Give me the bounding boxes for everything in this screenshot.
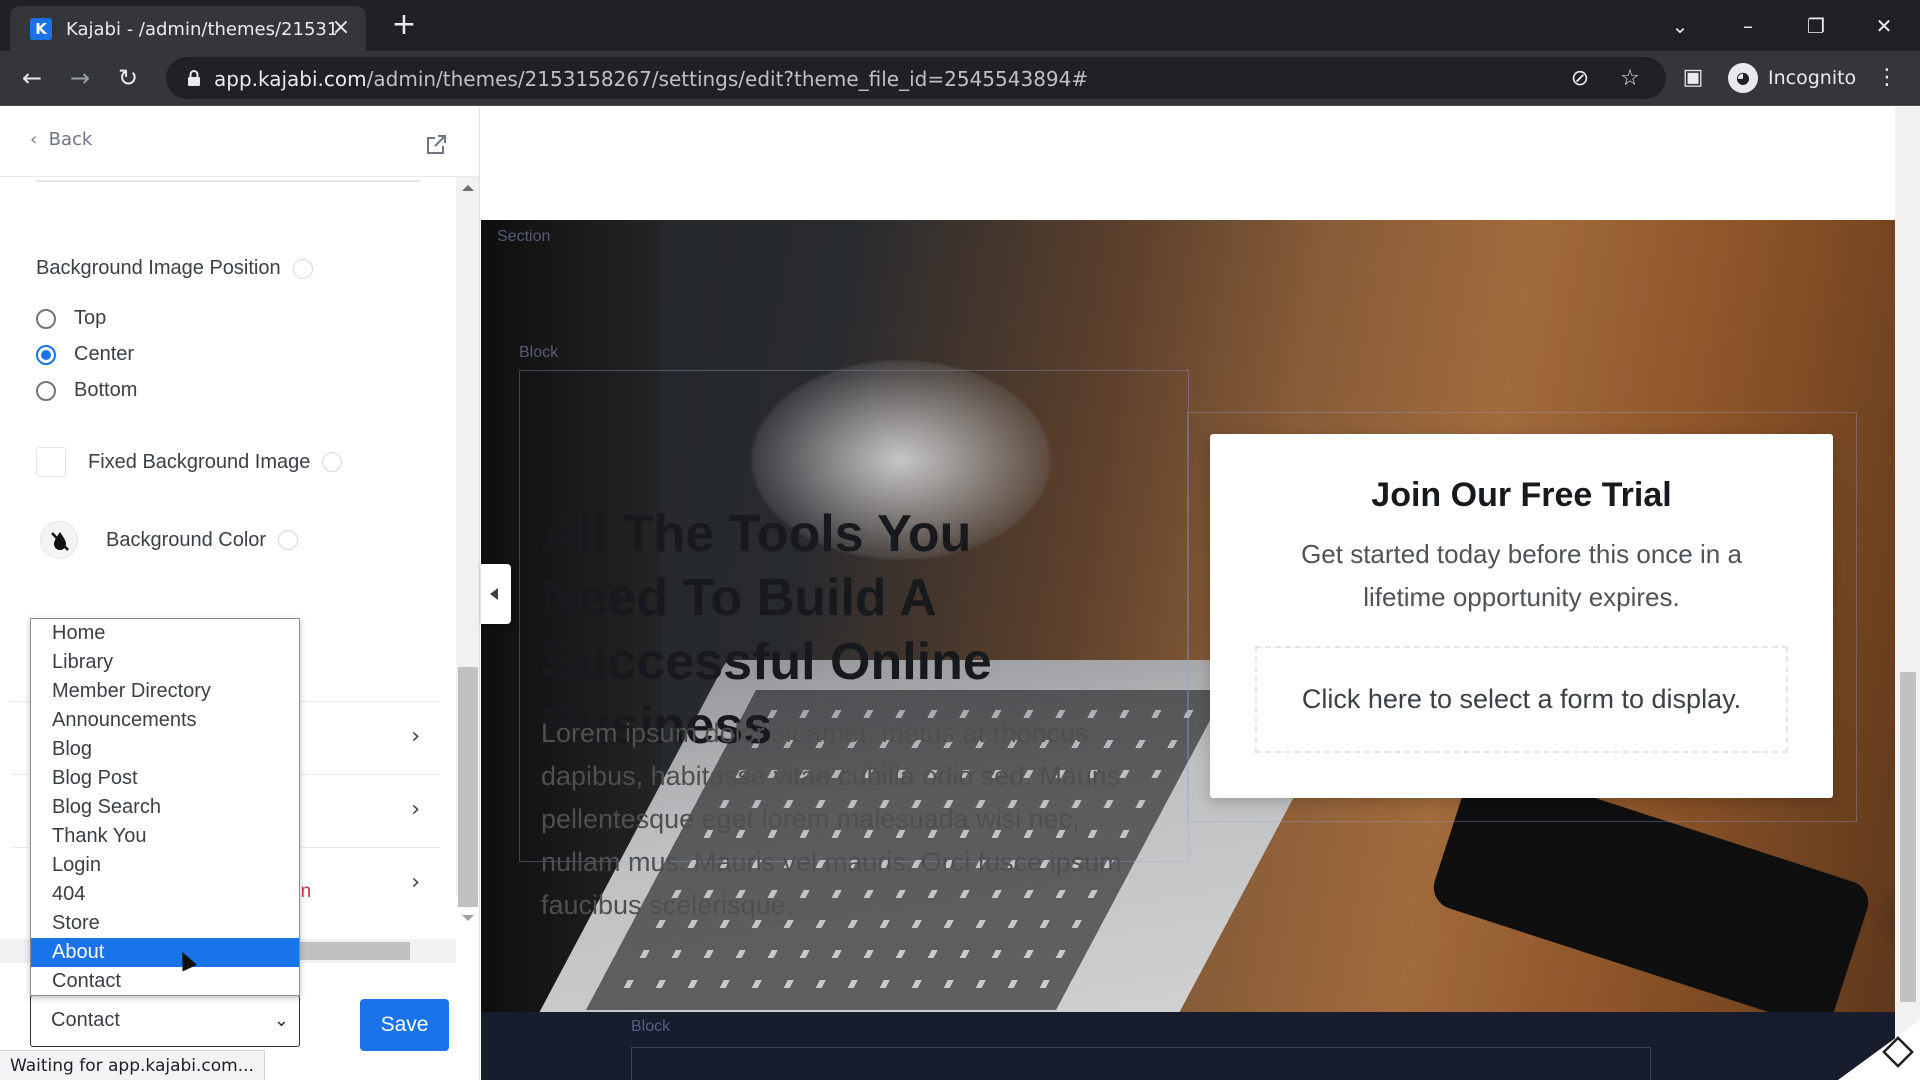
tab-search-icon[interactable]: ⌄ [1662, 8, 1698, 44]
option-home[interactable]: Home [31, 619, 299, 648]
radio-circle[interactable] [36, 308, 56, 329]
option-thank-you[interactable]: Thank You [31, 822, 299, 851]
side-panel-icon[interactable]: ▣ [1676, 61, 1710, 95]
color-drop-off-icon [51, 532, 69, 551]
option-blog[interactable]: Blog [31, 735, 299, 764]
radio-bottom[interactable]: Bottom [36, 379, 137, 402]
preview-vertical-scrollbar[interactable] [1895, 107, 1920, 1080]
block-tag: Block [519, 344, 559, 361]
page-select[interactable]: Contact ⌄ [30, 995, 300, 1047]
option-blog-search[interactable]: Blog Search [31, 793, 299, 822]
reload-icon[interactable]: ↻ [110, 60, 146, 96]
card-title: Join Our Free Trial [1371, 476, 1672, 514]
hero-body-text: Lorem ipsum dolor sit amet, metus at rho… [541, 718, 1122, 920]
collapse-panel-toggle[interactable] [481, 564, 511, 624]
option-library[interactable]: Library [31, 648, 299, 677]
close-window-button[interactable]: ✕ [1866, 8, 1902, 44]
chevron-right-icon: › [411, 724, 420, 749]
forward-arrow-icon[interactable]: → [62, 60, 98, 96]
tab-title: Kajabi - /admin/themes/2153158 [66, 19, 336, 40]
browser-toolbar: ← → ↻ app.kajabi.com/admin/themes/215315… [0, 51, 1920, 106]
footer-block-outline[interactable] [631, 1047, 1651, 1080]
browser-menu-icon[interactable]: ⋮ [1870, 61, 1904, 95]
incognito-icon: ◕ [1728, 63, 1758, 93]
radio-center[interactable]: Center [36, 343, 134, 366]
bookmark-star-icon[interactable]: ☆ [1616, 65, 1644, 93]
radio-circle-checked[interactable] [36, 344, 56, 365]
panel-header: ‹ Back [0, 107, 479, 177]
bg-color-row[interactable]: Background Color [40, 521, 299, 559]
scroll-thumb[interactable] [1900, 672, 1916, 1002]
url-text: app.kajabi.com/admin/themes/2153158267/s… [214, 67, 1089, 91]
restore-button[interactable]: ❐ [1798, 8, 1834, 44]
info-icon[interactable] [292, 258, 313, 279]
option-announcements[interactable]: Announcements [31, 706, 299, 735]
section-tag: Section [497, 228, 551, 245]
option-blog-post[interactable]: Blog Post [31, 764, 299, 793]
theme-preview: Section Block All The Tools You Need To … [481, 107, 1895, 1080]
incognito-label: Incognito [1768, 67, 1857, 89]
radio-top[interactable]: Top [36, 307, 106, 330]
option-store[interactable]: Store [31, 909, 299, 938]
scroll-thumb[interactable] [458, 667, 478, 907]
external-link-icon[interactable] [424, 133, 448, 157]
option-about[interactable]: About [31, 938, 299, 967]
option-login[interactable]: Login [31, 851, 299, 880]
lock-icon [188, 70, 200, 86]
footer-block-tag: Block [631, 1018, 671, 1035]
minimize-button[interactable]: – [1730, 8, 1766, 44]
form-placeholder[interactable]: Click here to select a form to display. [1255, 646, 1788, 753]
close-tab-icon[interactable]: × [328, 15, 354, 41]
card-subtitle: Get started today before this once in a … [1301, 539, 1742, 612]
fixed-bg-checkbox-row[interactable]: Fixed Background Image [36, 447, 343, 477]
kajabi-favicon-icon: K [30, 18, 52, 40]
browser-tab[interactable]: K Kajabi - /admin/themes/2153158 × [10, 6, 366, 51]
chevron-right-icon: › [411, 870, 420, 895]
back-label: Back [48, 129, 93, 150]
address-bar[interactable]: app.kajabi.com/admin/themes/2153158267/s… [166, 57, 1666, 99]
scroll-up-arrow[interactable] [462, 185, 474, 191]
scroll-down-arrow[interactable] [462, 915, 474, 921]
back-link[interactable]: ‹ Back [30, 129, 92, 150]
radio-circle[interactable] [36, 380, 56, 401]
save-button[interactable]: Save [360, 999, 449, 1051]
page-select-dropdown[interactable]: Home Library Member Directory Announceme… [30, 618, 300, 996]
option-404[interactable]: 404 [31, 880, 299, 909]
panel-vertical-scrollbar[interactable] [456, 177, 479, 921]
chevron-down-icon: ⌄ [273, 1010, 289, 1031]
previous-field-edge [36, 180, 420, 182]
new-tab-button[interactable]: + [388, 10, 420, 42]
browser-tab-bar: K Kajabi - /admin/themes/2153158 × + ⌄ –… [0, 0, 1920, 51]
scroll-thumb[interactable] [300, 942, 410, 960]
incognito-profile-button[interactable]: ◕ Incognito [1720, 57, 1870, 99]
bg-image-position-label: Background Image Position [36, 257, 313, 280]
browser-status-bar: Waiting for app.kajabi.com... [0, 1050, 265, 1080]
option-contact[interactable]: Contact [31, 967, 299, 996]
footer-section[interactable]: Block [481, 1012, 1895, 1080]
option-member-directory[interactable]: Member Directory [31, 677, 299, 706]
chevron-right-icon: › [411, 797, 420, 822]
free-trial-card: Join Our Free Trial Get started today be… [1210, 434, 1833, 798]
info-icon[interactable] [322, 452, 343, 472]
eye-off-icon[interactable]: ⊘ [1566, 65, 1594, 93]
info-icon[interactable] [278, 530, 299, 550]
back-arrow-icon[interactable]: ← [14, 60, 50, 96]
fixed-bg-checkbox[interactable] [36, 447, 66, 477]
no-color-swatch[interactable] [40, 521, 78, 559]
